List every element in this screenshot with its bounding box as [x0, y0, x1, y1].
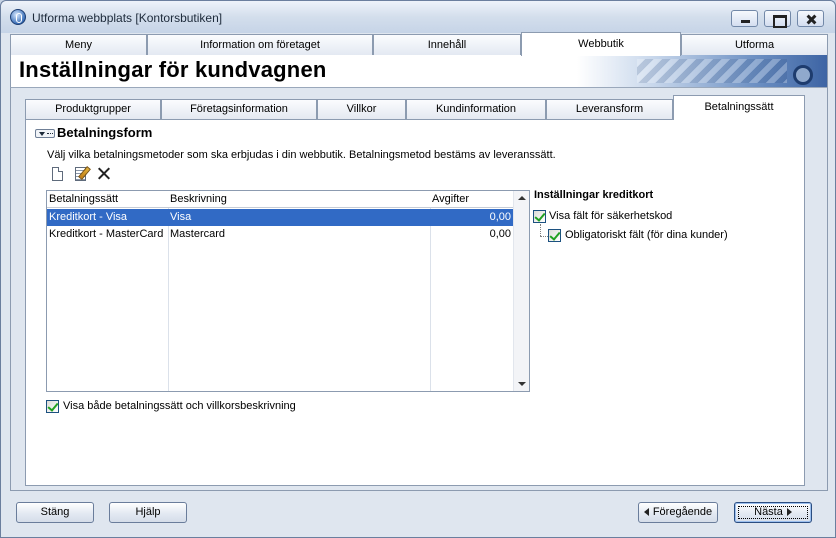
- security-code-label: Visa fält för säkerhetskod: [549, 210, 673, 222]
- close-button[interactable]: Stäng: [16, 502, 94, 523]
- tab-utforma[interactable]: Utforma: [681, 34, 828, 55]
- previous-button-label: Föregående: [652, 506, 713, 518]
- tab-webbutik[interactable]: Webbutik: [521, 32, 681, 56]
- chevron-left-icon: [643, 508, 649, 517]
- table-row[interactable]: Kreditkort - Visa Visa 0,00: [47, 209, 513, 226]
- edit-icon: [75, 167, 86, 181]
- tree-connector: [540, 224, 541, 236]
- column-header-description[interactable]: Beskrivning: [170, 193, 227, 205]
- help-button[interactable]: Hjälp: [109, 502, 187, 523]
- maximize-icon: [765, 11, 790, 28]
- cell-description: Visa: [170, 211, 192, 223]
- subtab-betalningssatt[interactable]: Betalningssätt: [673, 95, 805, 120]
- cell-description: Mastercard: [170, 228, 226, 240]
- header-banner-graphic: [577, 55, 827, 87]
- new-button[interactable]: [49, 165, 67, 183]
- minimize-icon: [732, 11, 757, 26]
- new-icon: [52, 167, 63, 181]
- cell-fee: 0,00: [489, 211, 511, 223]
- app-logo-icon: [10, 9, 26, 25]
- cell-method: Kreditkort - Visa: [49, 211, 128, 223]
- subtab-villkor[interactable]: Villkor: [317, 99, 406, 119]
- table-header: Betalningssätt Beskrivning Avgifter: [47, 191, 513, 208]
- show-both-label: Visa både betalningssätt och villkorsbes…: [63, 400, 296, 412]
- column-header-method[interactable]: Betalningssätt: [49, 193, 118, 205]
- scroll-up-icon[interactable]: [518, 196, 526, 200]
- cell-method: Kreditkort - MasterCard: [49, 228, 164, 240]
- maximize-button[interactable]: [764, 10, 791, 28]
- close-icon: [798, 11, 823, 26]
- close-window-button[interactable]: [797, 10, 824, 27]
- collapse-icon[interactable]: [35, 129, 55, 138]
- section-title: Betalningsform: [57, 125, 153, 140]
- mandatory-field-label: Obligatoriskt fält (för dina kunder): [565, 229, 728, 241]
- subtab-kundinformation[interactable]: Kundinformation: [406, 99, 546, 119]
- security-code-checkbox[interactable]: [533, 210, 546, 223]
- window-title: Utforma webbplats [Kontorsbutiken]: [32, 11, 223, 25]
- tree-connector: [540, 236, 548, 237]
- subtab-produktgrupper[interactable]: Produktgrupper: [25, 99, 161, 119]
- page-title: Inställningar för kundvagnen: [19, 57, 327, 82]
- next-button[interactable]: Nästa: [734, 502, 812, 523]
- credit-card-settings-title: Inställningar kreditkort: [534, 189, 654, 201]
- tab-information-om-foretaget[interactable]: Information om företaget: [147, 34, 373, 55]
- scroll-down-icon[interactable]: [518, 382, 526, 386]
- focus-rectangle: [738, 506, 808, 519]
- payment-methods-table[interactable]: Betalningssätt Beskrivning Avgifter Kred…: [46, 190, 530, 392]
- sub-tab-strip: Produktgrupper Företagsinformation Villk…: [25, 95, 805, 120]
- mandatory-field-checkbox[interactable]: [548, 229, 561, 242]
- show-both-checkbox[interactable]: [46, 400, 59, 413]
- table-row[interactable]: Kreditkort - MasterCard Mastercard 0,00: [47, 226, 513, 243]
- section-description: Välj vilka betalningsmetoder som ska erb…: [47, 149, 556, 161]
- minimize-button[interactable]: [731, 10, 758, 27]
- subtab-leveransform[interactable]: Leveransform: [546, 99, 673, 119]
- column-header-fee[interactable]: Avgifter: [432, 193, 469, 205]
- title-bar[interactable]: Utforma webbplats [Kontorsbutiken]: [1, 1, 835, 33]
- edit-button[interactable]: [73, 165, 91, 183]
- tab-innehall[interactable]: Innehåll: [373, 34, 521, 55]
- vertical-scrollbar[interactable]: [513, 191, 529, 391]
- help-button-label: Hjälp: [135, 506, 161, 518]
- delete-icon[interactable]: [95, 165, 113, 183]
- previous-button[interactable]: Föregående: [638, 502, 718, 523]
- cell-fee: 0,00: [489, 228, 511, 240]
- tab-meny[interactable]: Meny: [10, 34, 147, 55]
- subtab-foretagsinformation[interactable]: Företagsinformation: [161, 99, 317, 119]
- app-window: Utforma webbplats [Kontorsbutiken] Meny …: [0, 0, 836, 538]
- main-tab-strip: Meny Information om företaget Innehåll W…: [10, 32, 828, 56]
- close-button-label: Stäng: [40, 506, 70, 518]
- page-header: Inställningar för kundvagnen: [10, 55, 828, 87]
